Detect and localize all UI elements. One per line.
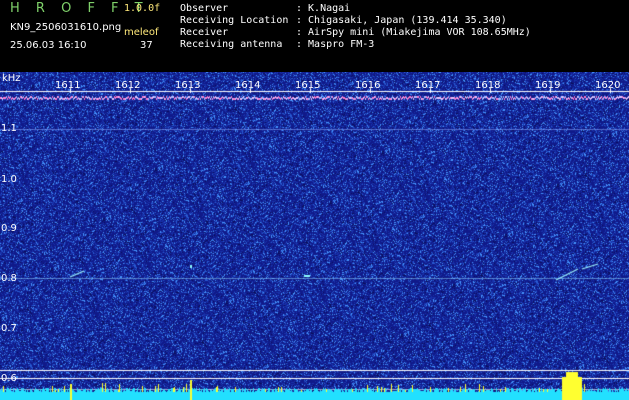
y-tick-label: 0.8 (1, 273, 17, 284)
y-tick-label: 1.0 (1, 174, 17, 185)
spectrogram-canvas (0, 72, 629, 400)
receiver-value: : AirSpy mini (Miakejima VOR 108.65MHz) (296, 27, 531, 38)
y-tick-label: 0.6 (1, 373, 17, 384)
file-name: KN9_2506031610.png (10, 22, 122, 33)
y-tick-label: 0.9 (1, 223, 17, 234)
y-tick-label: 0.7 (1, 323, 17, 334)
x-tick-label: 1620 (595, 80, 621, 91)
x-tick-label: 1619 (535, 80, 561, 91)
antenna-value: : Maspro FM-3 (296, 39, 375, 50)
observer-label: Observer (180, 3, 229, 14)
app-version: 1.0.0f (124, 3, 161, 14)
x-tick-label: 1618 (475, 80, 501, 91)
location-value: : Chigasaki, Japan (139.414 35.340) (296, 15, 507, 26)
x-tick-label: 1611 (55, 80, 81, 91)
x-tick-label: 1617 (415, 80, 441, 91)
y-unit-label: kHz (2, 73, 21, 84)
mode-label: meleof (124, 27, 159, 38)
header-panel: H R O F F T 1.0.0f KN9_2506031610.png me… (0, 0, 629, 72)
receiver-label: Receiver (180, 27, 229, 38)
antenna-label: Receiving antenna (180, 39, 283, 50)
x-tick-label: 1616 (355, 80, 381, 91)
x-tick-label: 1613 (175, 80, 201, 91)
x-tick-label: 1615 (295, 80, 321, 91)
x-tick-label: 1614 (235, 80, 261, 91)
observer-value: : K.Nagai (296, 3, 351, 14)
datetime: 25.06.03 16:10 (10, 40, 87, 51)
location-label: Receiving Location (180, 15, 289, 26)
y-tick-label: 1.1 (1, 123, 17, 134)
x-tick-label: 1612 (115, 80, 141, 91)
meteor-count: 37 (140, 40, 153, 51)
